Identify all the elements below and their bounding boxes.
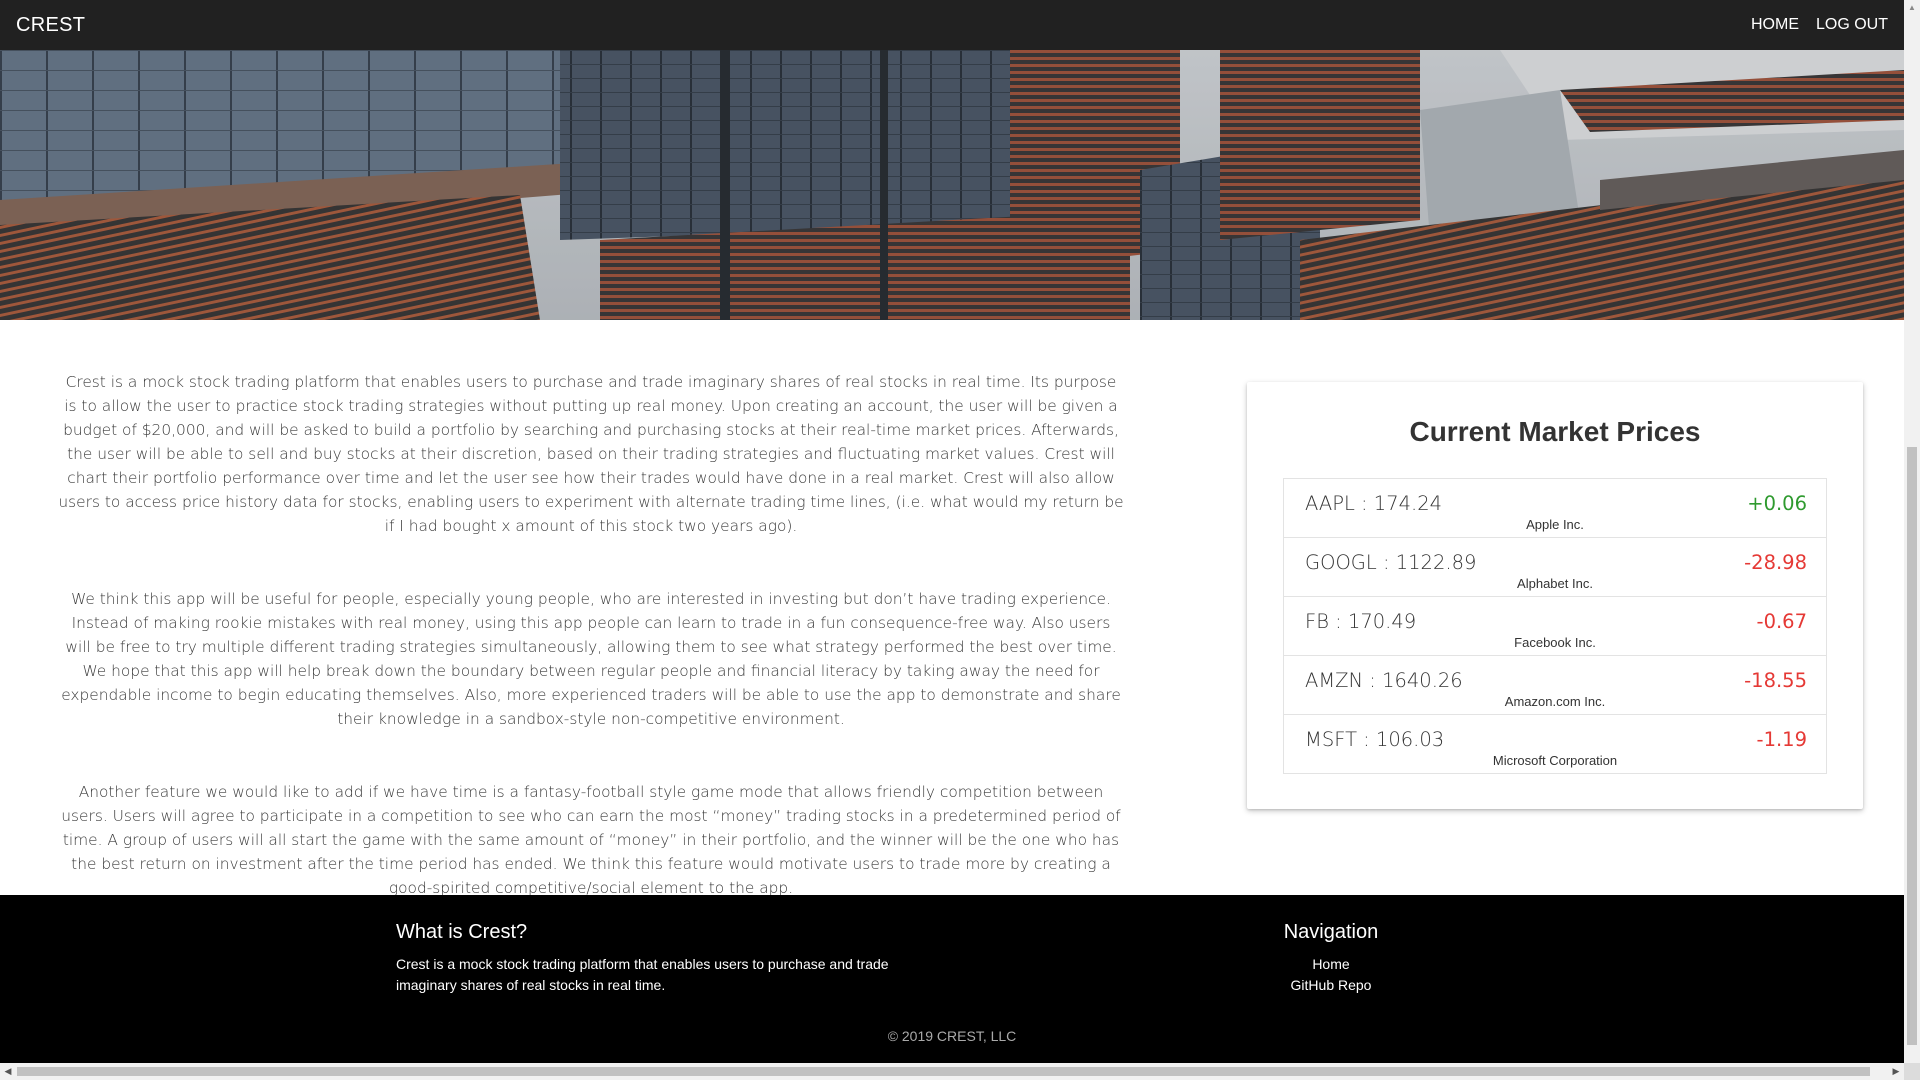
stock-row-fb[interactable]: FB : 170.49 -0.67 Facebook Inc. <box>1284 597 1826 656</box>
top-navbar: CREST HOME LOG OUT <box>0 0 1904 50</box>
vertical-scrollbar[interactable]: ▲ <box>1904 0 1920 1063</box>
stock-company-name: Alphabet Inc. <box>1517 576 1593 591</box>
page: CREST HOME LOG OUT Crest is a mock stock… <box>0 0 1920 1080</box>
stock-change: -18.55 <box>1744 669 1807 692</box>
horizontal-scrollbar[interactable]: ◀ ▶ <box>0 1063 1904 1080</box>
footer-navigation: Navigation Home GitHub Repo <box>1283 921 1379 996</box>
scroll-right-icon[interactable]: ▶ <box>1888 1063 1904 1080</box>
stock-ticker-price: FB : 170.49 <box>1305 610 1417 633</box>
nav-home-link[interactable]: HOME <box>1751 16 1799 34</box>
about-paragraph-3: Another feature we would like to add if … <box>61 783 1121 897</box>
stock-ticker-price: GOOGL : 1122.89 <box>1305 551 1477 574</box>
scroll-left-icon[interactable]: ◀ <box>0 1063 16 1080</box>
footer-home-link[interactable]: Home <box>1283 954 1379 975</box>
about-paragraph-1: Crest is a mock stock trading platform t… <box>58 373 1124 535</box>
hero-image <box>0 50 1904 320</box>
scrollbar-corner <box>1904 1063 1920 1080</box>
stock-company-name: Microsoft Corporation <box>1492 753 1618 768</box>
stock-change: +0.06 <box>1747 492 1807 515</box>
stock-change: -0.67 <box>1756 610 1807 633</box>
footer-github-link[interactable]: GitHub Repo <box>1283 975 1379 996</box>
stock-row-googl[interactable]: GOOGL : 1122.89 -28.98 Alphabet Inc. <box>1284 538 1826 597</box>
market-price-list: AAPL : 174.24 +0.06 Apple Inc. GOOGL : 1… <box>1283 478 1827 774</box>
stock-company-name: Facebook Inc. <box>1514 635 1596 650</box>
scroll-up-icon[interactable]: ▲ <box>1904 0 1920 16</box>
stock-row-amzn[interactable]: AMZN : 1640.26 -18.55 Amazon.com Inc. <box>1284 656 1826 715</box>
vertical-scroll-thumb[interactable] <box>1907 447 1917 1045</box>
nav-logout-link[interactable]: LOG OUT <box>1816 16 1888 34</box>
stock-company-name: Apple Inc. <box>1526 517 1584 532</box>
footer-about-heading: What is Crest? <box>396 921 528 943</box>
footer-nav-heading: Navigation <box>1283 921 1379 943</box>
footer-about-text: Crest is a mock stock trading platform t… <box>396 956 889 993</box>
stock-ticker-price: MSFT : 106.03 <box>1305 728 1445 751</box>
stock-row-msft[interactable]: MSFT : 106.03 -1.19 Microsoft Corporatio… <box>1284 715 1826 773</box>
stock-company-name: Amazon.com Inc. <box>1504 694 1606 709</box>
market-prices-card: Current Market Prices AAPL : 174.24 +0.0… <box>1247 382 1863 809</box>
horizontal-scroll-thumb[interactable] <box>17 1067 1870 1076</box>
copyright-text: © 2019 CREST, LLC <box>887 1028 1017 1044</box>
nav-links: HOME LOG OUT <box>1751 16 1888 34</box>
about-paragraph-2: We think this app will be useful for peo… <box>61 590 1121 728</box>
stock-ticker-price: AMZN : 1640.26 <box>1305 669 1463 692</box>
stock-change: -1.19 <box>1756 728 1807 751</box>
brand-logo[interactable]: CREST <box>16 14 85 37</box>
stock-change: -28.98 <box>1744 551 1807 574</box>
about-section: Crest is a mock stock trading platform t… <box>58 370 1124 949</box>
stock-ticker-price: AAPL : 174.24 <box>1305 492 1443 515</box>
main-content: Crest is a mock stock trading platform t… <box>0 320 1904 897</box>
page-footer: What is Crest? Crest is a mock stock tra… <box>0 895 1904 1063</box>
footer-about: What is Crest? Crest is a mock stock tra… <box>396 921 936 996</box>
market-prices-title: Current Market Prices <box>1409 416 1701 447</box>
stock-row-aapl[interactable]: AAPL : 174.24 +0.06 Apple Inc. <box>1284 479 1826 538</box>
